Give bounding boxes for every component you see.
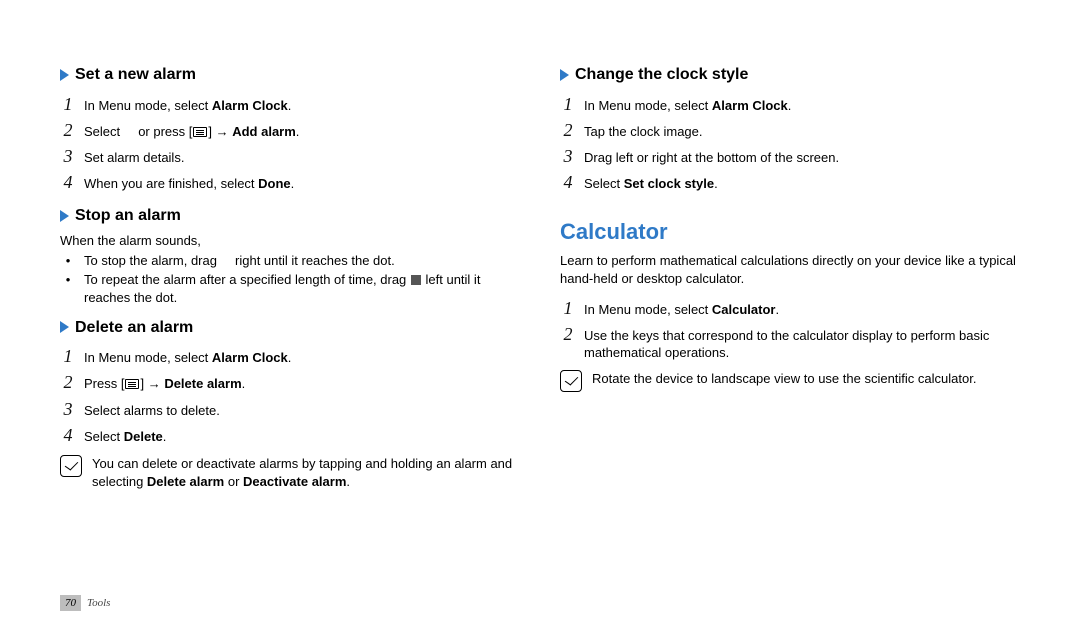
chevron-right-icon [60, 210, 69, 222]
step-text: Select or press [] → Add alarm. [84, 123, 520, 141]
note-icon [560, 370, 582, 392]
page: Set a new alarm 1 In Menu mode, select Al… [0, 0, 1080, 629]
step-number: 4 [560, 170, 576, 194]
delete-alarm-steps: 1 In Menu mode, select Alarm Clock. 2 Pres… [60, 344, 520, 447]
step: 1 In Menu mode, select Alarm Clock. [60, 92, 520, 116]
step: 2 Select or press [] → Add alarm. [60, 118, 520, 142]
step-text: In Menu mode, select Alarm Clock. [84, 97, 520, 115]
step-number: 2 [560, 118, 576, 142]
bullet: • To repeat the alarm after a specified l… [60, 271, 520, 306]
step-text: When you are finished, select Done. [84, 175, 520, 193]
step-number: 2 [560, 322, 576, 346]
heading-text: Delete an alarm [75, 317, 193, 339]
heading-set-new-alarm: Set a new alarm [60, 64, 520, 86]
note-icon [60, 455, 82, 477]
bullet: • To stop the alarm, drag right until it … [60, 252, 520, 270]
step-text: Select Delete. [84, 428, 520, 446]
stop-alarm-lead: When the alarm sounds, [60, 232, 520, 250]
bullet-dot: • [60, 271, 76, 289]
step-number: 1 [560, 296, 576, 320]
bullet-dot: • [60, 252, 76, 270]
menu-key-icon [125, 379, 139, 389]
bullet-text: To stop the alarm, drag right until it r… [84, 252, 520, 270]
step-text: Press [] → Delete alarm. [84, 375, 520, 393]
clock-style-steps: 1 In Menu mode, select Alarm Clock. 2 Tap … [560, 92, 1020, 195]
step: 4 Select Delete. [60, 423, 520, 447]
step: 1 In Menu mode, select Alarm Clock. [60, 344, 520, 368]
step-text: In Menu mode, select Calculator. [584, 301, 1020, 319]
step-number: 4 [60, 170, 76, 194]
heading-change-clock-style: Change the clock style [560, 64, 1020, 86]
step-text: In Menu mode, select Alarm Clock. [584, 97, 1020, 115]
heading-text: Stop an alarm [75, 205, 181, 227]
step-number: 2 [60, 118, 76, 142]
page-footer: 70 Tools [60, 595, 110, 611]
left-column: Set a new alarm 1 In Menu mode, select Al… [60, 54, 520, 629]
step: 3 Set alarm details. [60, 144, 520, 168]
step-text: Select Set clock style. [584, 175, 1020, 193]
note-text: You can delete or deactivate alarms by t… [92, 455, 520, 490]
chevron-right-icon [60, 69, 69, 81]
step-number: 1 [60, 92, 76, 116]
step: 2 Tap the clock image. [560, 118, 1020, 142]
step-number: 1 [60, 344, 76, 368]
calculator-steps: 1 In Menu mode, select Calculator. 2 Use t… [560, 296, 1020, 362]
calculator-intro: Learn to perform mathematical calculatio… [560, 252, 1020, 287]
step: 3 Drag left or right at the bottom of the… [560, 144, 1020, 168]
step: 4 Select Set clock style. [560, 170, 1020, 194]
step-text: Select alarms to delete. [84, 402, 520, 420]
heading-calculator: Calculator [560, 217, 1020, 247]
set-alarm-steps: 1 In Menu mode, select Alarm Clock. 2 Sele… [60, 92, 520, 195]
note-calculator: Rotate the device to landscape view to u… [560, 370, 1020, 392]
step: 1 In Menu mode, select Calculator. [560, 296, 1020, 320]
heading-text: Change the clock style [575, 64, 748, 86]
chevron-right-icon [560, 69, 569, 81]
note-delete-alarm: You can delete or deactivate alarms by t… [60, 455, 520, 490]
step-text: Tap the clock image. [584, 123, 1020, 141]
heading-delete-alarm: Delete an alarm [60, 317, 520, 339]
step-number: 3 [560, 144, 576, 168]
step-number: 3 [60, 144, 76, 168]
step: 1 In Menu mode, select Alarm Clock. [560, 92, 1020, 116]
note-text: Rotate the device to landscape view to u… [592, 370, 1020, 392]
step: 2 Use the keys that correspond to the cal… [560, 322, 1020, 362]
menu-key-icon [193, 127, 207, 137]
drag-handle-icon [411, 275, 421, 285]
step-text: Drag left or right at the bottom of the … [584, 149, 1020, 167]
step: 3 Select alarms to delete. [60, 397, 520, 421]
step: 2 Press [] → Delete alarm. [60, 370, 520, 394]
step-number: 4 [60, 423, 76, 447]
step-number: 3 [60, 397, 76, 421]
step-text: In Menu mode, select Alarm Clock. [84, 349, 520, 367]
page-number: 70 [60, 595, 81, 611]
heading-text: Set a new alarm [75, 64, 196, 86]
step-text: Set alarm details. [84, 149, 520, 167]
step-number: 2 [60, 370, 76, 394]
chevron-right-icon [60, 321, 69, 333]
bullet-text: To repeat the alarm after a specified le… [84, 271, 520, 306]
stop-alarm-bullets: • To stop the alarm, drag right until it … [60, 252, 520, 307]
step-text: Use the keys that correspond to the calc… [584, 327, 1020, 362]
step: 4 When you are finished, select Done. [60, 170, 520, 194]
footer-section: Tools [87, 597, 110, 609]
right-column: Change the clock style 1 In Menu mode, se… [560, 54, 1020, 629]
heading-stop-alarm: Stop an alarm [60, 205, 520, 227]
step-number: 1 [560, 92, 576, 116]
